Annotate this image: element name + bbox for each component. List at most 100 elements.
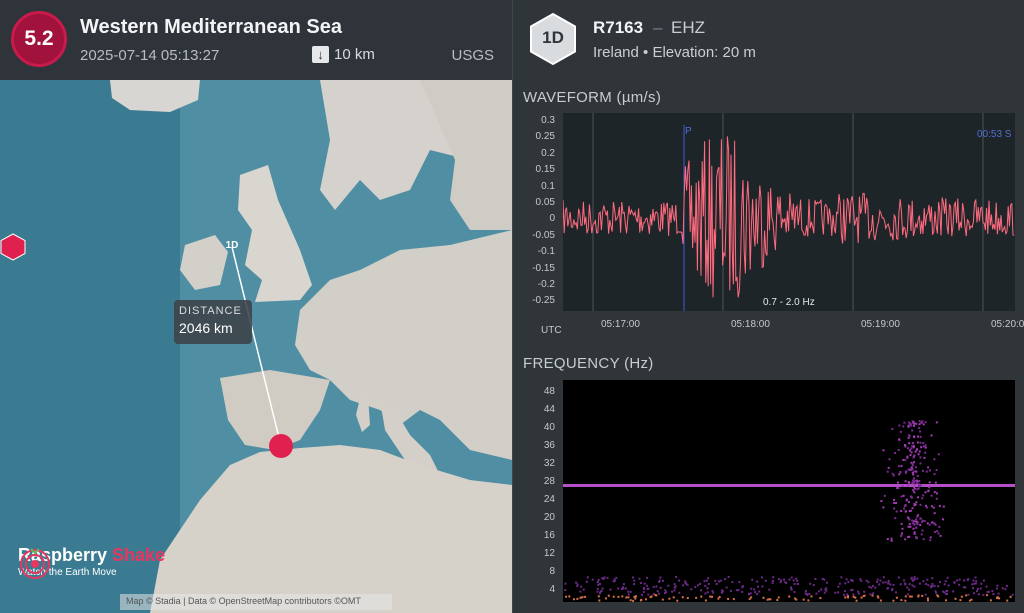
spectrogram-cell [737,589,740,592]
spectrogram-cell [974,576,977,579]
spectrogram-cell [719,579,722,582]
spectrogram-cell [891,472,894,475]
distance-value: 2046 km [179,320,233,336]
spectrogram-cell [926,578,929,581]
spectrogram-cell [1011,593,1014,596]
waveform-x-tick: 05:20:00 [991,319,1024,330]
spectrogram-cell [967,578,970,581]
spectrogram-cell [945,593,948,596]
waveform-trace [562,136,1015,298]
spectrogram-cell [886,470,889,473]
spectrogram-cell [825,581,828,584]
spectrogram-cell [892,599,895,602]
spectrogram-cell [756,585,759,588]
spectrogram-cell [907,425,910,428]
event-header: 5.2 Western Mediterranean Sea 2025-07-14… [0,0,512,80]
spectrogram-cell [731,581,734,584]
spectrogram-cell [952,590,955,593]
spectrogram-cell [932,506,935,509]
spectrogram-cell [591,578,594,581]
spectrogram-cell [933,473,936,476]
spectrogram-cell [908,442,911,445]
spectrogram-cell [894,517,897,520]
station-map-marker[interactable] [0,233,26,261]
spectrogram-cell [883,494,886,497]
spectrogram-cell [947,584,950,587]
spectrogram-cell [967,593,970,596]
spectrogram-cell [977,587,979,590]
waveform-tz-label: UTC [541,325,562,336]
waveform-plot[interactable] [562,113,1015,311]
spectrogram-cell [920,446,923,449]
spectrogram-cell [910,451,913,454]
spectrogram-cell [1001,587,1004,590]
spectrogram-cell [912,425,915,427]
spectrogram-cell [815,592,818,595]
spectrogram-cell [943,583,946,586]
spectrogram-cell [912,473,915,476]
spectrogram-cell [897,449,900,451]
spectrogram-cell [837,585,840,588]
spectrogram-cell [927,490,930,493]
map-canvas [0,80,512,613]
spectrogram-cell [913,477,916,480]
spectrogram-cell [907,525,910,528]
spectrogram-cell [910,447,913,450]
spectrogram-cell [922,538,925,541]
spectrogram-cell [908,449,911,452]
spectrogram-cell [916,474,919,477]
spectrogram-cell [926,597,929,600]
spectrogram-cell [629,599,632,602]
spectrogram-cell [935,421,938,424]
map-attribution[interactable]: Map © Stadia | Data © OpenStreetMap cont… [120,594,392,610]
spectrogram-cell [910,577,913,580]
spectrogram-cell [652,586,655,589]
spectrogram-cell [922,423,925,426]
spectrogram-cell [675,576,678,578]
spectrogram-cell [729,589,732,592]
spectrogram-cell [727,598,730,600]
spectrogram-cell [965,594,968,597]
app-root: 5.2 Western Mediterranean Sea 2025-07-14… [0,0,1024,613]
spectrogram-cell [867,581,870,584]
spectrogram-cell [919,441,922,444]
spectrogram-cell [823,578,826,581]
spectrogram-cell [847,596,849,599]
spectrogram-cell [751,578,754,581]
spectrogram-y-tick: 16 [543,530,555,541]
spectrogram-cell [785,581,788,584]
spectrogram-cell [902,494,905,497]
spectrogram-cell [922,445,925,448]
spectrogram-cell [886,538,889,540]
spectrogram-plot[interactable] [563,380,1015,602]
spectrogram-cell [962,586,965,589]
spectrogram-cell [678,591,681,594]
spectrogram-cell [911,507,914,510]
spectrogram-cell [635,595,637,598]
spectrogram-cell [869,593,872,596]
waveform-y-tick: -0.1 [537,246,555,258]
spectrogram-cell [939,534,942,537]
spectrogram-cell [926,506,928,509]
spectrogram-cell [972,587,974,590]
spectrogram-cell [930,494,933,497]
spectrogram-y-tick: 8 [549,566,555,577]
spectrogram-cell [895,502,898,504]
spectrogram-cell [976,590,978,593]
spectrogram-cell [907,468,910,471]
spectrogram-cell [936,492,938,495]
spectrogram-cell [638,577,641,580]
spectrogram-cell [1009,595,1012,598]
spectrogram-cell [818,590,821,593]
spectrogram-cell [706,587,709,590]
frequency-title: FREQUENCY (Hz) [523,355,654,372]
map-view[interactable]: DISTANCE 2046 km 1D Raspberry Shake Watc… [0,80,512,613]
station-separator: – [653,18,663,37]
spectrogram-y-tick: 20 [543,512,555,523]
spectrogram-cell [929,539,932,542]
spectrogram-cell [971,583,974,586]
spectrogram-cell [673,583,676,586]
spectrogram-cell [925,583,927,585]
spectrogram-cell [892,583,895,586]
spectrogram-cell [629,590,632,593]
